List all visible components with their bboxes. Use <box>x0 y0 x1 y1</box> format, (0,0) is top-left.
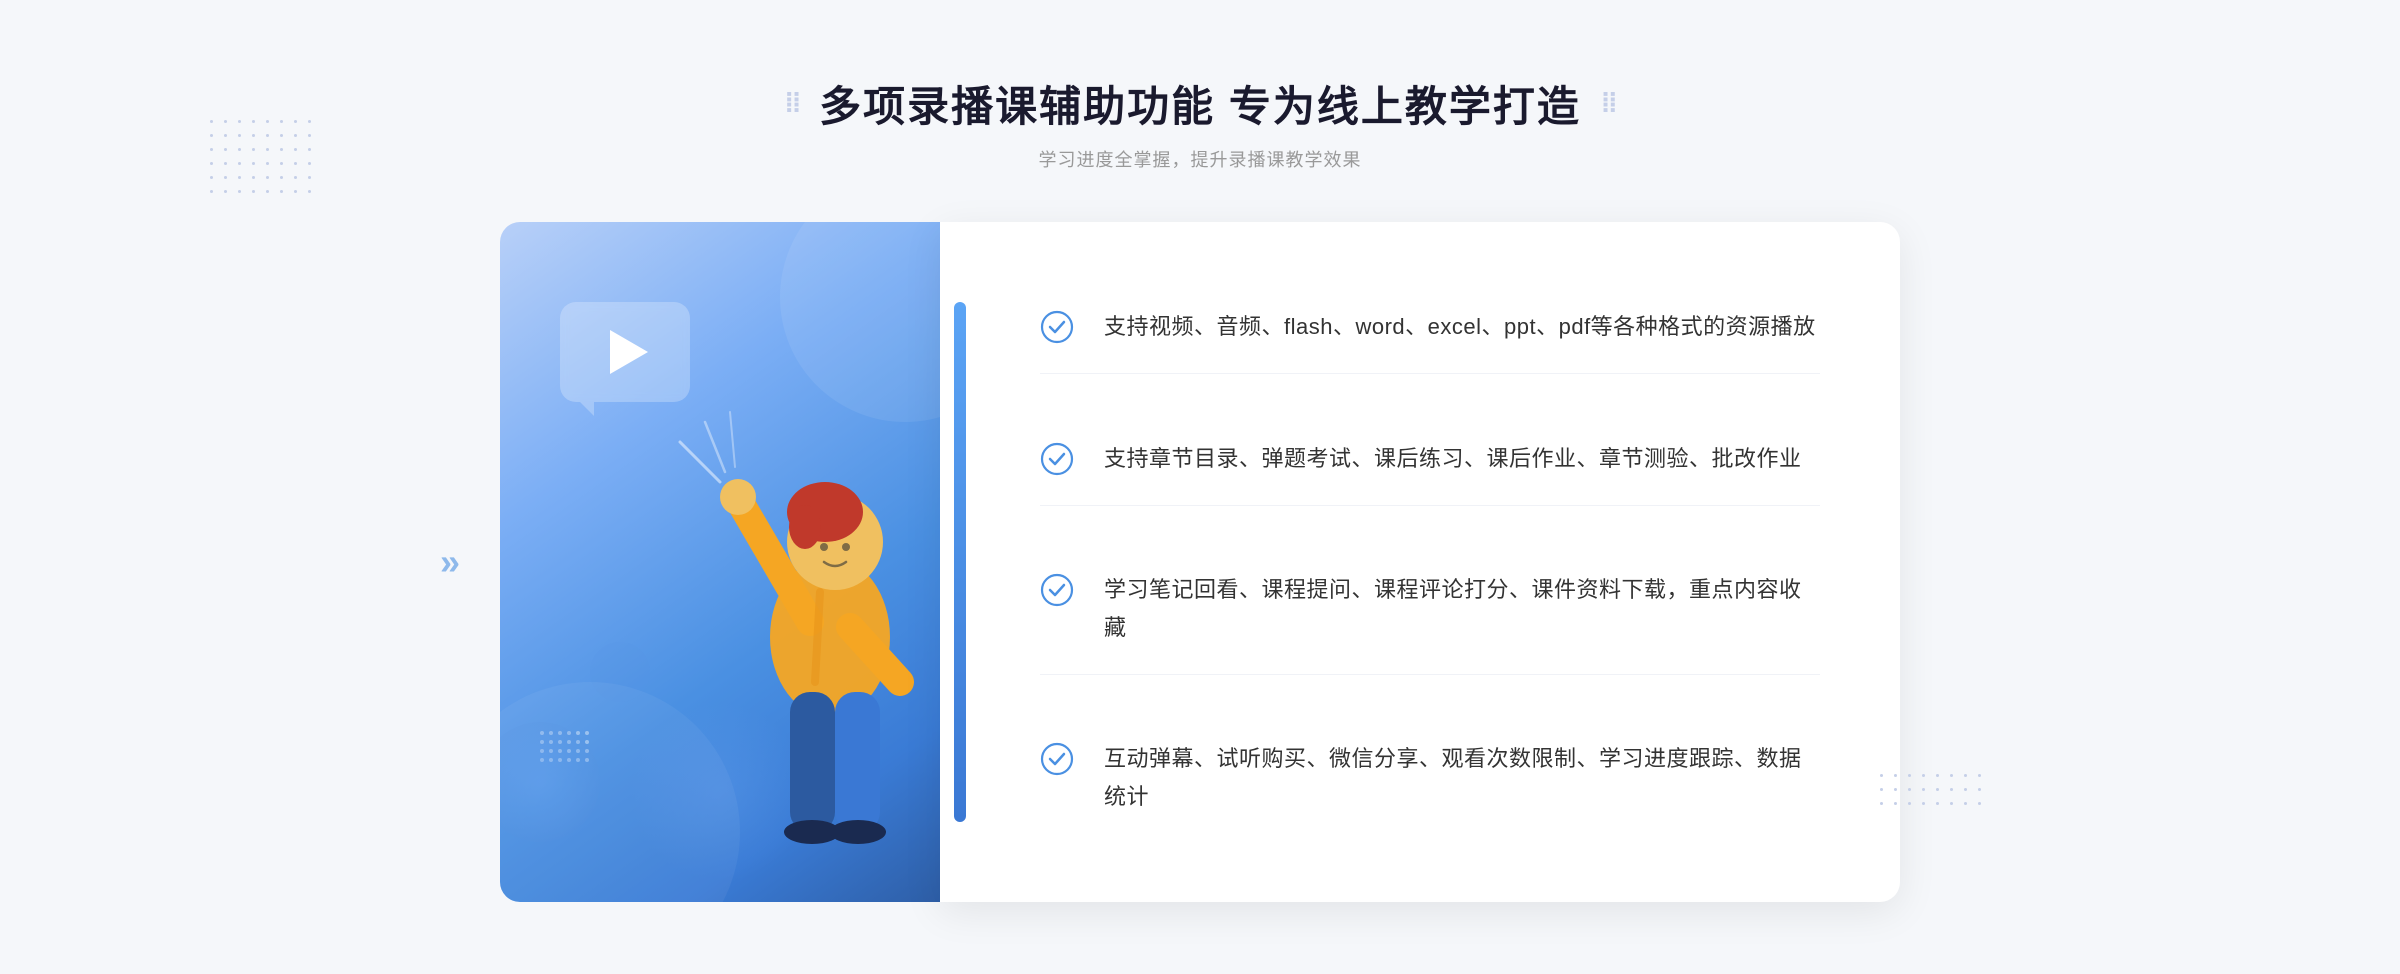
page-wrapper: ⁞⁞ 多项录播课辅助功能 专为线上教学打造 ⁞⁞ 学习进度全掌握，提升录播课教学… <box>0 0 2400 974</box>
check-circle-icon-3 <box>1040 573 1074 607</box>
feature-text-1: 支持视频、音频、flash、word、excel、ppt、pdf等各种格式的资源… <box>1104 308 1816 345</box>
header-deco-right: ⁞⁞ <box>1601 87 1616 119</box>
blue-vertical-bar <box>954 302 966 822</box>
feature-item-2: 支持章节目录、弹题考试、课后练习、课后作业、章节测验、批改作业 <box>1040 412 1820 506</box>
feature-item-3: 学习笔记回看、课程提问、课程评论打分、课件资料下载，重点内容收藏 <box>1040 543 1820 675</box>
content-area: » <box>500 222 1900 902</box>
card-dots-decoration <box>540 731 589 762</box>
header-deco-left: ⁞⁞ <box>785 87 800 119</box>
header-section: ⁞⁞ 多项录播课辅助功能 专为线上教学打造 ⁞⁞ 学习进度全掌握，提升录播课教学… <box>785 73 1616 172</box>
sub-title: 学习进度全掌握，提升录播课教学效果 <box>785 146 1616 172</box>
feature-item-1: 支持视频、音频、flash、word、excel、ppt、pdf等各种格式的资源… <box>1040 280 1820 374</box>
feature-text-4: 互动弹幕、试听购买、微信分享、观看次数限制、学习进度跟踪、数据统计 <box>1104 740 1820 815</box>
check-circle-icon-2 <box>1040 442 1074 476</box>
chevron-left-icon: » <box>440 541 460 583</box>
panel-wrapper: 支持视频、音频、flash、word、excel、ppt、pdf等各种格式的资源… <box>960 222 1900 902</box>
person-illustration <box>630 342 970 902</box>
deco-circle <box>500 722 600 842</box>
dots-decoration-br <box>1880 774 2000 894</box>
dots-decoration-tl <box>210 120 330 240</box>
header-decoration: ⁞⁞ 多项录播课辅助功能 专为线上教学打造 ⁞⁞ <box>785 73 1616 134</box>
feature-text-3: 学习笔记回看、课程提问、课程评论打分、课件资料下载，重点内容收藏 <box>1104 571 1820 646</box>
main-title: 多项录播课辅助功能 专为线上教学打造 <box>819 73 1581 134</box>
check-circle-icon-1 <box>1040 310 1074 344</box>
features-panel: 支持视频、音频、flash、word、excel、ppt、pdf等各种格式的资源… <box>940 222 1900 902</box>
feature-item-4: 互动弹幕、试听购买、微信分享、观看次数限制、学习进度跟踪、数据统计 <box>1040 712 1820 843</box>
check-circle-icon-4 <box>1040 742 1074 776</box>
illustration-card <box>500 222 980 902</box>
feature-text-2: 支持章节目录、弹题考试、课后练习、课后作业、章节测验、批改作业 <box>1104 440 1802 477</box>
